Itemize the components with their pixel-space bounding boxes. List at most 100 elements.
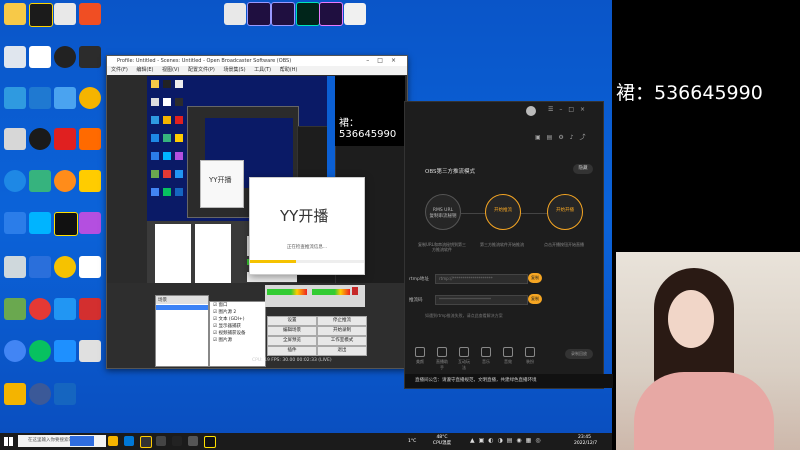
app-icon[interactable]	[29, 170, 51, 192]
app-icon[interactable]	[54, 340, 76, 362]
scenes-panel[interactable]: 场景	[155, 295, 209, 367]
troubleshoot-link[interactable]: 如遇到rtmp推流失败，请点此查看解决方案	[425, 313, 503, 319]
assistant-tool[interactable]: 直播助手	[435, 347, 449, 371]
speaker-icon[interactable]	[352, 287, 358, 295]
menu-edit[interactable]: 编辑(E)	[136, 67, 153, 73]
app-icon[interactable]	[4, 87, 26, 109]
taskbar-app-icon[interactable]	[204, 436, 216, 448]
yy-loading-dialog[interactable]: YY开播 正在检查推流信息...	[249, 177, 365, 275]
source-item[interactable]: ☑ 图片源 2	[213, 309, 265, 316]
app-icon[interactable]	[54, 46, 76, 68]
app-icon[interactable]	[79, 3, 101, 25]
taskbar-app-icon[interactable]	[124, 436, 134, 446]
after-effects-icon[interactable]	[271, 2, 295, 26]
hide-button[interactable]: 隐藏	[573, 164, 593, 174]
interactive-tool[interactable]: 互动玩法	[457, 347, 471, 371]
baidu-button[interactable]	[70, 436, 94, 446]
app-icon[interactable]	[79, 46, 101, 68]
avatar[interactable]	[526, 106, 536, 116]
app-icon[interactable]	[54, 383, 76, 405]
studio-mode-button[interactable]: 工作室模式	[317, 336, 367, 346]
tray-icons[interactable]: ▲▣◐◑▤◉▦◎	[470, 437, 545, 444]
sound-effect-tool[interactable]: 音效	[501, 347, 515, 365]
taskbar-app-icon[interactable]	[188, 436, 198, 446]
app-icon[interactable]	[54, 212, 78, 236]
app-icon[interactable]	[4, 3, 26, 25]
source-item[interactable]: ☑ 图片源	[213, 337, 265, 344]
app-icon[interactable]	[29, 212, 51, 234]
settings-button[interactable]: 设置	[267, 316, 317, 326]
start-icon[interactable]	[4, 437, 13, 446]
source-item[interactable]: ☑ 显示器捕获	[213, 323, 265, 330]
edit-scene-button[interactable]: 编辑场景	[267, 326, 317, 336]
app-icon[interactable]	[79, 170, 101, 192]
copy-key-button[interactable]: 复制	[528, 294, 542, 304]
app-icon[interactable]	[4, 340, 26, 362]
app-icon[interactable]	[79, 87, 101, 109]
app-icon[interactable]	[54, 128, 76, 150]
app-icon[interactable]	[4, 170, 26, 192]
menu-tools[interactable]: 工具(T)	[254, 67, 271, 73]
rtmp-field[interactable]: rtmp://********************	[435, 274, 528, 284]
taskbar-app-icon[interactable]	[172, 436, 182, 446]
app-icon[interactable]	[54, 170, 76, 192]
copy-rtmp-button[interactable]: 复制	[528, 273, 542, 283]
app-icon[interactable]	[29, 256, 51, 278]
app-icon[interactable]	[54, 87, 76, 109]
source-item[interactable]: ☑ 视频捕获设备	[213, 330, 265, 337]
record-replay-button[interactable]: 录制回放	[565, 349, 593, 359]
source-item[interactable]: ☑ 窗口	[213, 302, 265, 309]
fullscreen-preview-button[interactable]: 全屏预览	[267, 336, 317, 346]
music-tool[interactable]: 音乐	[479, 347, 493, 365]
app-icon[interactable]	[29, 298, 51, 320]
menu-view[interactable]: 视图(V)	[162, 67, 179, 73]
app-icon[interactable]	[4, 128, 26, 150]
yy-stream-panel[interactable]: ☰–□× ▣▤⚙♪⤴ OBS第三方推流模式 隐藏 RMS URL 复制串流秘钥 …	[404, 101, 613, 389]
step-rms-url[interactable]: RMS URL 复制串流秘钥	[425, 194, 461, 230]
plugins-button[interactable]: 插件	[267, 346, 317, 356]
weather-readout[interactable]: 1°C	[408, 439, 416, 445]
taskbar-app-icon[interactable]	[108, 436, 118, 446]
scene-item-selected[interactable]	[156, 305, 208, 310]
clock-date[interactable]: 2022/12/7	[574, 441, 597, 447]
app-icon[interactable]	[224, 3, 246, 25]
source-item[interactable]: ☑ 文本 (GDI+)	[213, 316, 265, 323]
clock-time[interactable]: 23:45	[578, 435, 591, 441]
window-controls[interactable]: ☰–□×	[548, 106, 591, 113]
app-icon[interactable]	[79, 298, 101, 320]
menu-scene-collection[interactable]: 场景集(S)	[223, 67, 245, 73]
app-icon[interactable]	[79, 128, 101, 150]
app-icon[interactable]	[79, 256, 101, 278]
toolbar-icons[interactable]: ▣▤⚙♪⤴	[535, 132, 592, 141]
menu-file[interactable]: 文件(F)	[111, 67, 128, 73]
app-icon[interactable]	[54, 256, 76, 278]
app-icon[interactable]	[4, 46, 26, 68]
yy-small-window[interactable]: YY开播	[200, 160, 244, 208]
taskbar-app-icon[interactable]	[140, 436, 152, 448]
app-icon[interactable]	[4, 383, 26, 405]
after-effects-icon[interactable]	[247, 2, 271, 26]
taskbar-app-icon[interactable]	[156, 436, 166, 446]
step-start-push[interactable]: 开始推流	[485, 194, 521, 230]
step-start-live[interactable]: 开始开播	[547, 194, 583, 230]
stream-key-field[interactable]: **************************	[435, 295, 528, 305]
window-controls[interactable]: –□×	[366, 56, 404, 66]
app-icon[interactable]	[4, 212, 26, 234]
app-icon[interactable]	[79, 340, 101, 362]
app-icon[interactable]	[29, 46, 51, 68]
app-icon[interactable]	[4, 298, 26, 320]
stop-stream-button[interactable]: 停止推流	[317, 316, 367, 326]
beauty-tool[interactable]: 美颜	[413, 347, 427, 365]
app-icon[interactable]	[54, 3, 76, 25]
start-recording-button[interactable]: 开始录制	[317, 326, 367, 336]
app-icon[interactable]	[4, 256, 26, 278]
exit-button[interactable]: 退出	[317, 346, 367, 356]
menu-help[interactable]: 帮助(H)	[280, 67, 298, 73]
menu-profile[interactable]: 配置文件(P)	[188, 67, 215, 73]
premiere-icon[interactable]	[319, 2, 343, 26]
obs-title-bar[interactable]: Profile: Untitled - Scenes: Untitled - O…	[107, 56, 407, 66]
app-icon[interactable]	[344, 3, 366, 25]
decoration-tool[interactable]: 装扮	[523, 347, 537, 365]
audition-icon[interactable]	[296, 2, 320, 26]
app-icon[interactable]	[54, 298, 76, 320]
